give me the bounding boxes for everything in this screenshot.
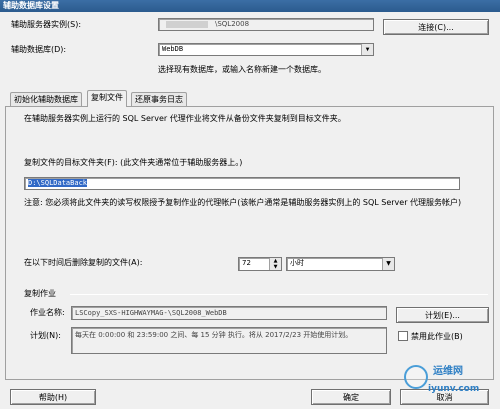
ok-button[interactable]: 确定 [311,389,391,405]
copy-description: 在辅助服务器实例上运行的 SQL Server 代理作业将文件从备份文件夹复制到… [24,114,346,123]
chevron-down-icon[interactable]: ▼ [382,258,394,270]
tab-copy-files[interactable]: 复制文件 [87,90,127,107]
server-label: 辅助服务器实例(S): [11,20,82,29]
database-label: 辅助数据库(D): [11,45,67,54]
database-hint: 选择现有数据库，或输入名称新建一个数据库。 [158,65,326,74]
group-divider [70,294,488,295]
delete-unit-dropdown[interactable]: 小时 ▼ [286,257,395,271]
stepper-arrows-icon[interactable]: ▲ ▼ [269,258,281,270]
delete-hours-stepper[interactable]: 72 ▲ ▼ [238,257,282,271]
delete-unit-value: 小时 [290,259,304,267]
watermark-logo-icon [404,365,428,389]
permission-note: 注意: 您必须将此文件夹的读写权限授予复制作业的代理帐户(该帐户通常是辅助服务器… [24,198,462,207]
plan-label: 计划(N): [30,331,61,340]
connect-button[interactable]: 连接(C)... [383,19,489,35]
tab-restore-log[interactable]: 还原事务日志 [131,92,187,106]
disable-job-checkbox[interactable] [398,331,408,341]
database-dropdown[interactable]: WebDB ▼ [158,43,374,56]
copy-job-group-label: 复制作业 [24,289,56,298]
delete-after-label: 在以下时间后删除复制的文件(A): [24,258,143,267]
dest-folder-value: D:\SQLDataBack [28,179,88,187]
plan-description-text: 每天在 0:00:00 和 23:59:00 之间、每 15 分钟 执行。将从 … [75,331,353,339]
database-value: WebDB [162,45,184,53]
watermark-text: 运维网 [433,366,463,377]
redacted-server-name [166,21,208,28]
window-title: 辅助数据库设置 [0,0,500,12]
plan-description: 每天在 0:00:00 和 23:59:00 之间、每 15 分钟 执行。将从 … [71,327,387,354]
server-instance-value: \SQL2008 [215,20,250,28]
chevron-down-icon[interactable]: ▼ [361,44,373,55]
delete-hours-value: 72 [242,259,251,267]
job-name-label: 作业名称: [30,308,65,317]
help-button[interactable]: 帮助(H) [10,389,96,405]
dest-folder-input[interactable]: D:\SQLDataBack [24,177,460,190]
tab-initialize[interactable]: 初始化辅助数据库 [10,92,82,106]
disable-job-label: 禁用此作业(B) [411,332,463,341]
watermark-url: iyunv.com [428,384,480,394]
schedule-button[interactable]: 计划(E)... [396,307,489,323]
dest-folder-label: 复制文件的目标文件夹(F): (此文件夹通常位于辅助服务器上。) [24,158,243,167]
job-name-value: LSCopy_SXS-HIGHWAYMAG-\SQL2008_WebDB [75,309,227,317]
job-name-field: LSCopy_SXS-HIGHWAYMAG-\SQL2008_WebDB [71,306,387,320]
